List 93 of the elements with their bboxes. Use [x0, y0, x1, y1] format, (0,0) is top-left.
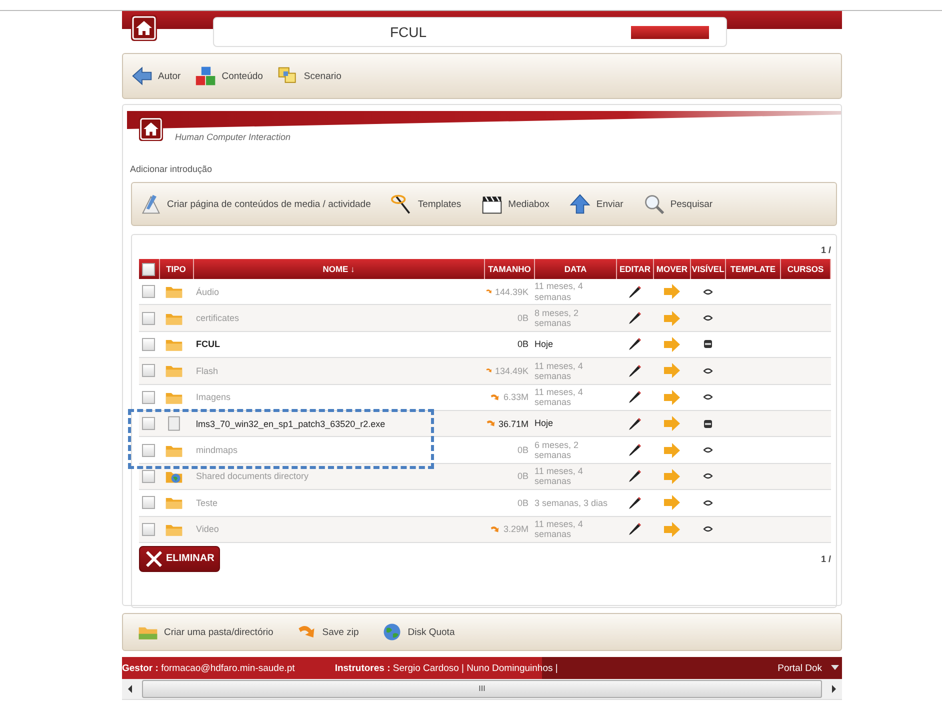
nav-item[interactable]: Scenario — [276, 65, 342, 87]
closed-eye-icon[interactable] — [703, 498, 713, 507]
pencil-icon[interactable] — [628, 284, 642, 299]
file-size: 36.71M — [498, 418, 528, 429]
row-checkbox[interactable] — [142, 312, 155, 325]
column-header[interactable]: VISÍVEL — [690, 259, 726, 279]
manager-info: Gestor : formacao@hdfaro.min-saude.pt — [122, 662, 295, 674]
modified-date: Hoje — [534, 410, 616, 437]
upload-arrow-icon — [569, 193, 592, 215]
pencil-icon[interactable] — [628, 416, 642, 431]
search-icon — [643, 193, 666, 215]
portal-link[interactable]: Portal Dok — [778, 662, 822, 674]
column-header[interactable]: MOVER — [654, 259, 690, 279]
row-checkbox[interactable] — [142, 364, 155, 378]
column-header[interactable]: TEMPLATE — [726, 259, 780, 279]
pencil-icon[interactable] — [628, 311, 642, 326]
modified-date: 3 semanas, 3 dias — [534, 490, 616, 516]
row-checkbox[interactable] — [142, 496, 155, 510]
folder-icon — [165, 495, 183, 510]
nav-item[interactable]: Conteúdo — [194, 65, 263, 87]
column-header[interactable]: CURSOS — [780, 259, 830, 279]
home-icon[interactable] — [131, 15, 157, 41]
toolbar-item[interactable]: Templates — [390, 193, 462, 215]
pencil-icon[interactable] — [628, 496, 642, 510]
intro-link[interactable]: Adicionar introdução — [130, 164, 212, 174]
toolbar-item[interactable]: Disk Quota — [380, 621, 455, 643]
file-size: 0B — [517, 339, 528, 350]
scroll-left-icon[interactable] — [128, 685, 132, 693]
toolbar-item[interactable]: Save zip — [295, 621, 359, 643]
file-icon — [165, 416, 183, 432]
instructors-info: Instrutores : Sergio Cardoso | Nuno Dominguinhos | — [334, 662, 558, 674]
blocks-icon — [194, 65, 217, 87]
file-size: 0B — [517, 471, 528, 482]
toolbar-item[interactable]: Enviar — [569, 193, 624, 215]
pencil-icon[interactable] — [628, 469, 642, 484]
arrow-left-icon — [131, 65, 153, 87]
closed-eye-icon[interactable] — [703, 393, 713, 402]
delete-button[interactable]: ELIMINAR — [139, 546, 220, 572]
file-size: 0B — [517, 313, 528, 324]
dropdown-caret-icon[interactable] — [831, 665, 839, 670]
modified-date: 11 meses, 4 semanas — [534, 463, 616, 490]
folder-icon — [165, 363, 183, 378]
close-icon — [145, 550, 163, 568]
scroll-right-icon[interactable] — [832, 685, 836, 693]
row-checkbox[interactable] — [142, 444, 155, 457]
closed-eye-icon[interactable] — [703, 366, 713, 375]
scroll-thumb[interactable]: III — [142, 680, 822, 698]
file-size: 6.33M — [503, 392, 528, 402]
course-title: Human Computer Interaction — [175, 132, 291, 142]
closed-eye-icon[interactable] — [703, 525, 713, 534]
column-header[interactable]: TAMANHO — [484, 259, 534, 279]
toolbar-item[interactable]: Pesquisar — [643, 193, 713, 215]
select-all-checkbox[interactable] — [142, 262, 155, 276]
pencil-icon[interactable] — [628, 390, 642, 404]
home-icon[interactable] — [139, 117, 163, 141]
row-checkbox[interactable] — [142, 285, 155, 298]
closed-eye-icon[interactable] — [703, 288, 713, 296]
file-size: 0B — [517, 445, 528, 456]
column-header[interactable]: EDITAR — [616, 259, 654, 279]
horizontal-scrollbar[interactable]: III — [122, 679, 842, 700]
column-header[interactable]: TIPO — [159, 259, 193, 279]
file-name[interactable]: FCUL — [196, 339, 220, 350]
toolbar-item[interactable]: Criar página de conteúdos de media / actividade — [140, 193, 371, 215]
pencil-icon[interactable] — [628, 443, 642, 458]
file-size: 3.29M — [503, 524, 528, 534]
folder-icon — [165, 284, 183, 300]
modified-date: 11 meses, 4 semanas — [534, 358, 616, 384]
row-checkbox[interactable] — [142, 522, 155, 536]
column-header[interactable]: DATA — [534, 259, 616, 279]
toolbar-item[interactable]: Mediabox — [481, 193, 550, 215]
row-checkbox[interactable] — [142, 417, 155, 430]
closed-eye-icon[interactable] — [703, 314, 713, 322]
page-indicator: 1 / — [820, 245, 831, 255]
modified-date: 11 meses, 4 semanas — [534, 384, 616, 410]
pencil-icon[interactable] — [628, 364, 642, 378]
modified-date: 11 meses, 4 semanas — [534, 516, 616, 542]
column-header[interactable]: NOME ↓ — [193, 259, 484, 279]
row-checkbox[interactable] — [142, 338, 155, 351]
nav-item[interactable]: Autor — [131, 65, 181, 87]
pencil-icon[interactable] — [628, 522, 642, 536]
modified-date: 6 meses, 2 semanas — [534, 436, 616, 464]
file-size: 0B — [517, 498, 528, 508]
closed-eye-icon[interactable] — [703, 472, 713, 480]
toolbar-item[interactable]: Criar uma pasta/directório — [137, 621, 274, 643]
site-title: FCUL — [390, 24, 427, 40]
page-indicator: 1 / — [820, 554, 831, 564]
closed-eye-icon[interactable] — [703, 446, 713, 454]
row-checkbox[interactable] — [142, 470, 155, 483]
modified-date: 8 meses, 2 semanas — [534, 304, 616, 332]
pencil-icon[interactable] — [628, 337, 642, 352]
row-checkbox[interactable] — [142, 390, 155, 404]
file-size: 144.39K — [494, 286, 528, 297]
file-size: 134.49K — [494, 366, 528, 376]
